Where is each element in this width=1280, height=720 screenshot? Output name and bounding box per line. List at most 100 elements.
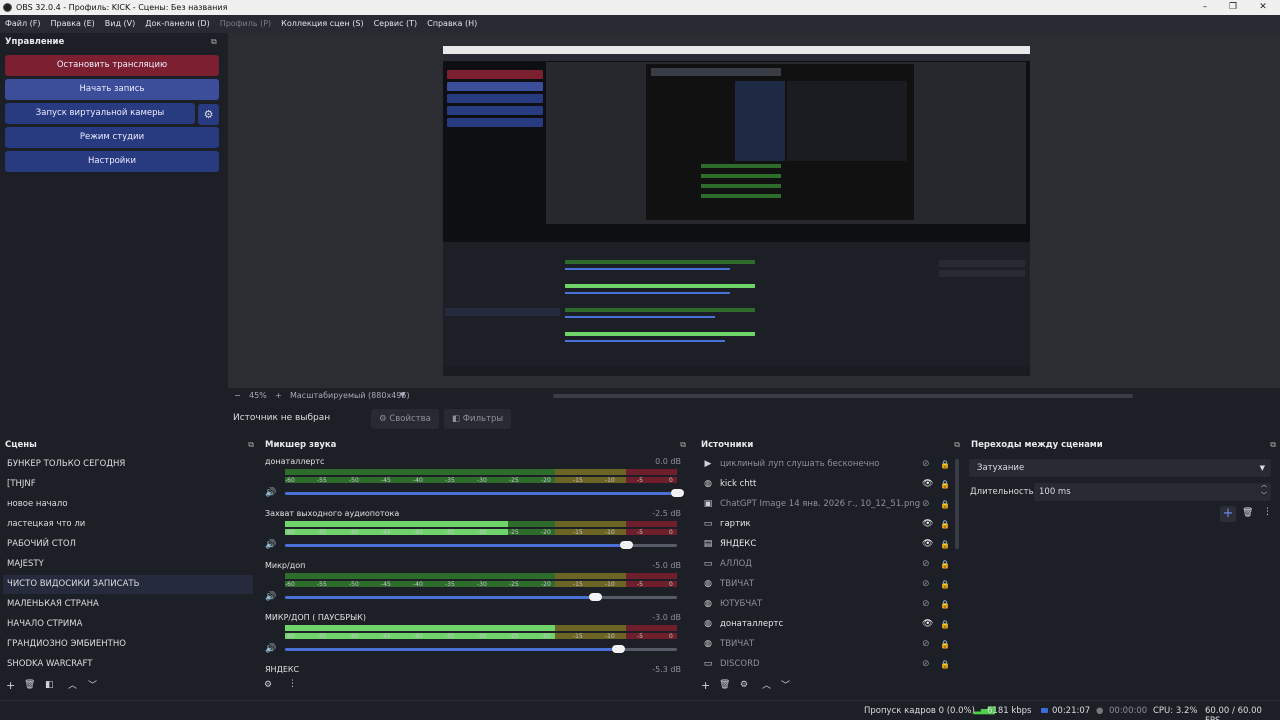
lock-icon[interactable]: 🔒: [940, 655, 950, 674]
speaker-icon[interactable]: 🔊: [265, 592, 276, 602]
scene-item[interactable]: МАЛЕНЬКАЯ СТРАНА: [3, 595, 253, 614]
lock-icon[interactable]: 🔒: [940, 555, 950, 574]
scene-item[interactable]: новое начало: [3, 495, 253, 514]
duration-spinbox[interactable]: 100 ms ︿ ﹀: [1034, 481, 1271, 501]
speaker-icon[interactable]: 🔊: [265, 540, 276, 550]
eye-hidden-icon[interactable]: ⊘: [922, 555, 930, 574]
eye-hidden-icon[interactable]: ⊘: [922, 455, 930, 474]
more-options-icon[interactable]: ⋮: [1263, 507, 1272, 517]
sources-scrollbar[interactable]: [955, 459, 959, 549]
lock-icon[interactable]: 🔒: [940, 535, 950, 554]
scene-item[interactable]: НАЧАЛО СТРИМА: [3, 615, 253, 634]
zoom-in-button[interactable]: +: [275, 391, 282, 400]
more-options-icon[interactable]: ⋮: [288, 679, 297, 689]
source-item[interactable]: ▣ ChatGPT Image 14 янв. 2026 г., 10_12_5…: [700, 495, 956, 514]
source-item[interactable]: ▭ гартик 👁 🔒: [700, 515, 956, 534]
volume-slider[interactable]: [285, 645, 677, 653]
source-item[interactable]: ◍ ТВИЧАТ ⊘ 🔒: [700, 635, 956, 654]
menu-scene-collection[interactable]: Коллекция сцен (S): [276, 15, 368, 33]
gear-icon[interactable]: ⚙: [740, 680, 748, 690]
maximize-button[interactable]: ❐: [1218, 0, 1248, 15]
scene-item[interactable]: SHODKA WARCRAFT: [3, 655, 253, 674]
menu-help[interactable]: Справка (H): [422, 15, 482, 33]
properties-button[interactable]: ⚙ Свойства: [371, 409, 439, 429]
zoom-out-button[interactable]: −: [234, 391, 241, 400]
chevron-down-icon[interactable]: ▼: [400, 391, 405, 399]
move-up-icon[interactable]: ︿: [762, 678, 771, 691]
preview-scrollbar[interactable]: [553, 394, 1133, 398]
eye-icon[interactable]: 👁: [922, 615, 933, 634]
move-up-icon[interactable]: ︿: [68, 678, 77, 691]
close-button[interactable]: ✕: [1248, 0, 1278, 15]
spin-arrows-icon[interactable]: ︿ ﹀: [1261, 481, 1267, 501]
preview-area[interactable]: [228, 33, 1280, 388]
lock-icon[interactable]: 🔒: [940, 455, 950, 474]
add-scene-icon[interactable]: +: [6, 679, 15, 692]
start-recording-button[interactable]: Начать запись: [5, 79, 219, 100]
dock-popout-icon[interactable]: ⧉: [248, 440, 254, 450]
minimize-button[interactable]: –: [1190, 0, 1220, 15]
transition-select[interactable]: Затухание ▼: [969, 459, 1271, 477]
scene-item[interactable]: ластецкая что ли: [3, 515, 253, 534]
menu-docks[interactable]: Док-панели (D): [140, 15, 214, 33]
dock-popout-icon[interactable]: ⧉: [954, 440, 960, 450]
eye-hidden-icon[interactable]: ⊘: [922, 575, 930, 594]
virtual-camera-gear-icon[interactable]: ⚙: [198, 104, 219, 125]
stop-streaming-button[interactable]: Остановить трансляцию: [5, 55, 219, 76]
filters-button[interactable]: ◧ Фильтры: [444, 409, 512, 429]
mixer-settings-gear-icon[interactable]: ⚙: [264, 680, 272, 690]
volume-slider[interactable]: [285, 489, 684, 497]
source-item[interactable]: ▭ АЛЛОД ⊘ 🔒: [700, 555, 956, 574]
dock-popout-icon[interactable]: ⧉: [680, 440, 686, 450]
scene-item[interactable]: [THJNF: [3, 475, 253, 494]
source-item[interactable]: ◍ донаталлертс 👁 🔒: [700, 615, 956, 634]
add-source-icon[interactable]: +: [701, 679, 710, 692]
studio-mode-button[interactable]: Режим студии: [5, 127, 219, 148]
speaker-icon[interactable]: 🔊: [265, 644, 276, 654]
lock-icon[interactable]: 🔒: [940, 475, 950, 494]
dock-popout-icon[interactable]: ⧉: [211, 37, 217, 47]
source-item[interactable]: ◍ ТВИЧАТ ⊘ 🔒: [700, 575, 956, 594]
dock-popout-icon[interactable]: ⧉: [1270, 440, 1276, 450]
scene-item[interactable]: РАБОЧИЙ СТОЛ: [3, 535, 253, 554]
scene-filters-icon[interactable]: ◧: [45, 680, 54, 690]
menu-file[interactable]: Файл (F): [0, 15, 46, 33]
scene-item[interactable]: ЧИСТО ВИДОСИКИ ЗАПИСАТЬ: [3, 575, 253, 594]
volume-slider[interactable]: [285, 593, 677, 601]
move-down-icon[interactable]: ﹀: [781, 678, 790, 691]
source-item[interactable]: ▶ циклиный луп слушать бесконечно ⊘ 🔒: [700, 455, 956, 474]
lock-icon[interactable]: 🔒: [940, 515, 950, 534]
trash-icon[interactable]: 🗑: [1242, 508, 1253, 518]
trash-icon[interactable]: 🗑: [719, 680, 730, 690]
source-item[interactable]: ▭ DISCORD ⊘ 🔒: [700, 655, 956, 674]
settings-button[interactable]: Настройки: [5, 151, 219, 172]
eye-hidden-icon[interactable]: ⊘: [922, 635, 930, 654]
menu-tools[interactable]: Сервис (T): [369, 15, 423, 33]
speaker-icon[interactable]: 🔊: [265, 488, 276, 498]
menu-view[interactable]: Вид (V): [100, 15, 140, 33]
volume-slider[interactable]: [285, 541, 677, 549]
menu-edit[interactable]: Правка (E): [46, 15, 100, 33]
lock-icon[interactable]: 🔒: [940, 495, 950, 514]
source-item[interactable]: ▤ ЯНДЕКС 👁 🔒: [700, 535, 956, 554]
eye-icon[interactable]: 👁: [922, 475, 933, 494]
menu-profile[interactable]: Профиль (P): [215, 15, 276, 33]
scene-item[interactable]: БУНКЕР ТОЛЬКО СЕГОДНЯ: [3, 455, 253, 474]
lock-icon[interactable]: 🔒: [940, 635, 950, 654]
scene-item[interactable]: MAJESTY: [3, 555, 253, 574]
add-transition-icon[interactable]: +: [1220, 506, 1236, 522]
lock-icon[interactable]: 🔒: [940, 575, 950, 594]
eye-icon[interactable]: 👁: [922, 515, 933, 534]
source-item[interactable]: ◍ ЮТУБЧАТ ⊘ 🔒: [700, 595, 956, 614]
move-down-icon[interactable]: ﹀: [88, 678, 97, 691]
scale-mode-label[interactable]: Масштабируемый (880x495): [290, 391, 410, 400]
lock-icon[interactable]: 🔒: [940, 615, 950, 634]
eye-hidden-icon[interactable]: ⊘: [922, 655, 930, 674]
source-item[interactable]: ◍ kick chtt 👁 🔒: [700, 475, 956, 494]
eye-icon[interactable]: 👁: [922, 535, 933, 554]
scene-item[interactable]: ГРАНДИОЗНО ЭМБИЕНТНО: [3, 635, 253, 654]
preview-canvas[interactable]: [443, 46, 1030, 376]
eye-hidden-icon[interactable]: ⊘: [922, 595, 930, 614]
lock-icon[interactable]: 🔒: [940, 595, 950, 614]
trash-icon[interactable]: 🗑: [24, 680, 35, 690]
